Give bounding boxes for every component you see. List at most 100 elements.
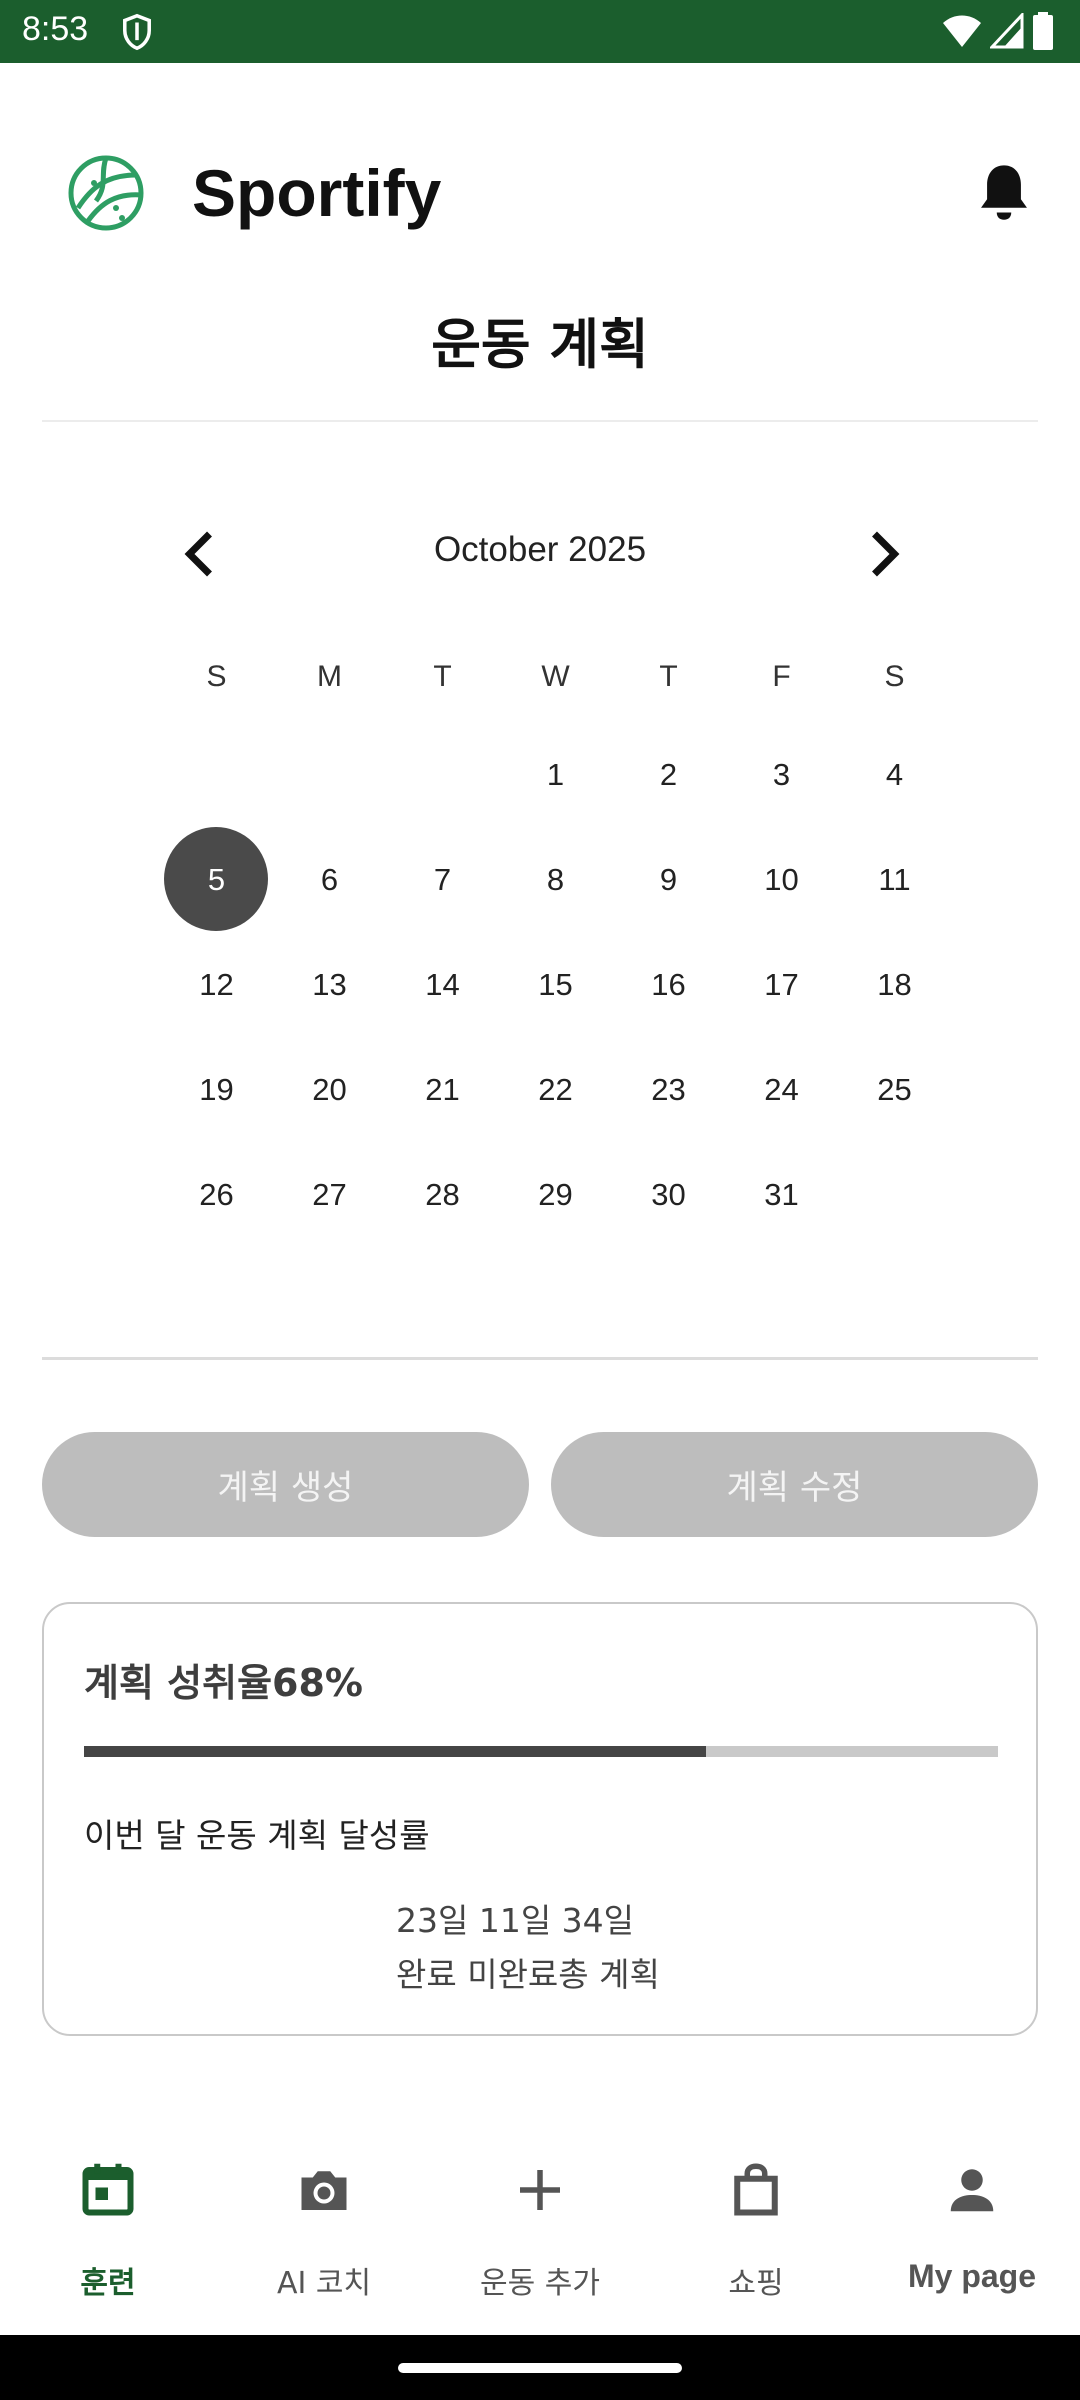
calendar-blank-cell [386,722,499,827]
calendar-day[interactable]: 26 [160,1142,273,1247]
calendar-day[interactable]: 14 [386,932,499,1037]
calendar-day-number: 22 [538,1071,573,1107]
nav-item-shopping[interactable]: 쇼핑 [648,2130,864,2335]
achievement-progress-fill [84,1746,706,1757]
create-plan-button[interactable]: 계획 생성 [42,1432,529,1537]
nav-item-my-page[interactable]: My page [864,2130,1080,2335]
calendar-day[interactable]: 25 [838,1037,951,1142]
calendar-day-number: 2 [659,756,678,792]
calendar-day[interactable]: 18 [838,932,951,1037]
calendar-day-number: 11 [878,861,911,897]
calendar-day[interactable]: 13 [273,932,386,1037]
nav-label-my-page: My page [907,2258,1037,2294]
calendar-day[interactable]: 15 [499,932,612,1037]
nav-item-ai-coach[interactable]: AI 코치 [216,2130,432,2335]
signal-icon [990,13,1024,49]
calendar-day[interactable]: 6 [273,827,386,932]
weekday-label: S [884,660,905,693]
weekday-row: SMTWTFS [160,660,950,694]
chevron-right-icon[interactable] [852,524,912,584]
weekday-label: T [659,660,678,693]
status-time: 8:53 [22,10,89,48]
calendar-day[interactable]: 23 [612,1037,725,1142]
achievement-progress-bar [84,1746,998,1757]
achievement-stats: 23일 11일 34일 완료 미완료총 계획 [396,1894,660,2002]
plus-icon [520,2170,560,2210]
weekday-label: W [541,660,570,693]
calendar-day[interactable]: 19 [160,1037,273,1142]
calendar-day[interactable]: 24 [725,1037,838,1142]
weekday-label: M [317,660,342,693]
calendar-day[interactable]: 29 [499,1142,612,1247]
calendar-day-number: 24 [764,1071,799,1107]
calendar-day-number: 6 [320,861,339,897]
calendar-day[interactable]: 17 [725,932,838,1037]
nav-item-add-workout[interactable]: 운동 추가 [432,2130,648,2335]
weekday-label: S [206,660,227,693]
calendar-day-number: 16 [651,966,686,1002]
status-bar: 8:53 [0,0,1080,63]
calendar-day[interactable]: 20 [273,1037,386,1142]
calendar-day[interactable]: 16 [612,932,725,1037]
calendar-day-number: 23 [651,1071,686,1107]
logo-icon [68,155,144,231]
shopping-bag-icon [734,2163,778,2216]
wifi-icon [943,15,981,47]
calendar-blank-cell [160,722,273,827]
calendar-day-number: 31 [764,1176,799,1212]
achievement-stats-labels: 완료 미완료총 계획 [396,1955,660,1994]
calendar-day[interactable]: 2 [612,722,725,827]
calendar-day[interactable]: 21 [386,1037,499,1142]
nav-label-training: 훈련 [80,2266,136,2301]
bottom-nav: 훈련 AI 코치 운동 추가 쇼핑 My page [0,2130,1080,2335]
calendar-day-number: 14 [425,966,460,1002]
calendar-day[interactable]: 9 [612,827,725,932]
weekday-label: T [433,660,452,693]
calendar-day[interactable]: 3 [725,722,838,827]
weekday-label: F [772,660,791,693]
edit-plan-button[interactable]: 계획 수정 [551,1432,1038,1537]
calendar-day-number: 17 [764,966,799,1002]
calendar-day[interactable]: 28 [386,1142,499,1247]
calendar-day[interactable]: 4 [838,722,951,827]
calendar-blank-cell [273,722,386,827]
notification-bell-icon[interactable] [975,160,1033,224]
calendar-day[interactable]: 27 [273,1142,386,1247]
home-gesture-handle[interactable] [398,2363,682,2373]
calendar-day-number: 27 [312,1176,347,1212]
calendar-day-number: 4 [885,756,904,792]
person-icon [950,2169,994,2212]
nav-label-ai-coach: AI 코치 [276,2266,372,2301]
calendar-day[interactable]: 1 [499,722,612,827]
calendar-day[interactable]: 11 [838,827,951,932]
page-title: 운동 계획 [431,313,649,376]
calendar-day[interactable]: 7 [386,827,499,932]
plan-actions: 계획 생성 계획 수정 [42,1432,1038,1537]
app-title: Sportify [192,156,442,230]
calendar-day-number: 30 [651,1176,686,1212]
calendar-header: October 2025 [42,512,1038,592]
calendar-day-number: 12 [199,966,234,1002]
calendar-day[interactable]: 10 [725,827,838,932]
system-navigation-bar [0,2335,1080,2400]
calendar-day-selected[interactable]: 5 [160,827,273,932]
shield-icon [123,13,151,51]
calendar-day[interactable]: 8 [499,827,612,932]
calendar: October 2025 SMTWTFS 1 2 3 4 5 6 7 8 9 10 11 12 13 14… [42,422,1038,1357]
battery-icon [1033,12,1053,50]
calendar-day-number: 9 [659,861,678,897]
calendar-day-number: 3 [772,756,791,792]
camera-icon [301,2171,347,2210]
nav-label-add-workout: 운동 추가 [480,2266,600,2301]
nav-item-training[interactable]: 훈련 [0,2130,216,2335]
calendar-day-number: 21 [425,1071,460,1107]
calendar-day[interactable]: 12 [160,932,273,1037]
calendar-day-number: 25 [877,1071,912,1107]
calendar-day[interactable]: 30 [612,1142,725,1247]
calendar-day[interactable]: 22 [499,1037,612,1142]
calendar-day-number: 28 [425,1176,460,1212]
nav-label-shopping: 쇼핑 [728,2266,784,2301]
calendar-day-number: 18 [877,966,912,1002]
calendar-day[interactable]: 31 [725,1142,838,1247]
achievement-stats-values: 23일 11일 34일 [396,1901,635,1940]
